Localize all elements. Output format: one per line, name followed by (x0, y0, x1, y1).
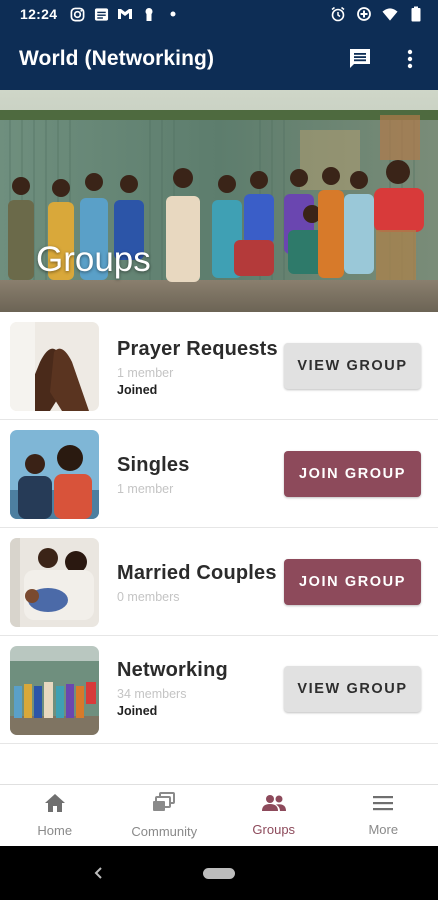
back-icon[interactable] (90, 864, 108, 882)
join-group-button[interactable]: JOIN GROUP (284, 559, 421, 605)
group-member-count: 1 member (117, 482, 174, 496)
group-joined-status: Joined (117, 383, 158, 397)
dot-icon (165, 6, 181, 22)
data-saver-icon (356, 6, 372, 22)
status-bar: 12:24 (0, 0, 438, 28)
group-thumbnail (10, 322, 99, 411)
alarm-icon (330, 6, 346, 22)
battery-icon (408, 6, 424, 22)
group-row-networking[interactable]: Networking 34 members Joined VIEW GROUP (0, 636, 438, 744)
group-name: Networking (117, 659, 228, 681)
group-member-count: 1 member (117, 366, 174, 380)
more-vert-icon[interactable] (396, 45, 424, 73)
message-icon (93, 6, 109, 22)
menu-icon (372, 794, 394, 817)
home-pill-button[interactable] (203, 867, 235, 879)
groups-icon (261, 794, 287, 817)
group-thumbnail (10, 430, 99, 519)
system-nav-bar (0, 846, 438, 900)
nav-label: Community (131, 824, 198, 839)
nav-label: More (368, 822, 399, 837)
group-member-count: 34 members (117, 687, 187, 701)
nav-item-more[interactable]: More (329, 785, 438, 846)
instagram-icon (69, 6, 85, 22)
keyhole-icon (141, 6, 157, 22)
group-row-married-couples[interactable]: Married Couples 0 members JOIN GROUP (0, 528, 438, 636)
app-bar: World (Networking) (0, 28, 438, 90)
group-joined-status: Joined (117, 704, 158, 718)
view-group-button[interactable]: VIEW GROUP (284, 343, 421, 389)
group-name: Prayer Requests (117, 338, 278, 360)
join-group-button[interactable]: JOIN GROUP (284, 451, 421, 497)
group-thumbnail (10, 538, 99, 627)
group-row-prayer-requests[interactable]: Prayer Requests 1 member Joined VIEW GRO… (0, 312, 438, 420)
nav-item-groups[interactable]: Groups (219, 785, 329, 846)
gmail-icon (117, 6, 133, 22)
group-row-singles[interactable]: Singles 1 member JOIN GROUP (0, 420, 438, 528)
status-time: 12:24 (20, 6, 58, 22)
group-name: Singles (117, 454, 190, 476)
group-name: Married Couples (117, 562, 277, 584)
home-icon (44, 793, 66, 818)
group-list: Prayer Requests 1 member Joined VIEW GRO… (0, 312, 438, 744)
view-group-button[interactable]: VIEW GROUP (284, 666, 421, 712)
wifi-icon (382, 6, 398, 22)
community-icon (152, 792, 176, 819)
hero-title: Groups (36, 240, 151, 279)
chat-icon[interactable] (346, 45, 374, 73)
group-thumbnail (10, 646, 99, 735)
app-bar-title: World (Networking) (19, 47, 215, 70)
nav-item-home[interactable]: Home (0, 785, 110, 846)
group-member-count: 0 members (117, 590, 180, 604)
hero-banner: Groups (0, 90, 438, 312)
bottom-nav: Home Community Groups More (0, 784, 438, 846)
nav-label: Groups (252, 822, 296, 837)
nav-label: Home (37, 823, 73, 838)
nav-item-community[interactable]: Community (110, 785, 220, 846)
